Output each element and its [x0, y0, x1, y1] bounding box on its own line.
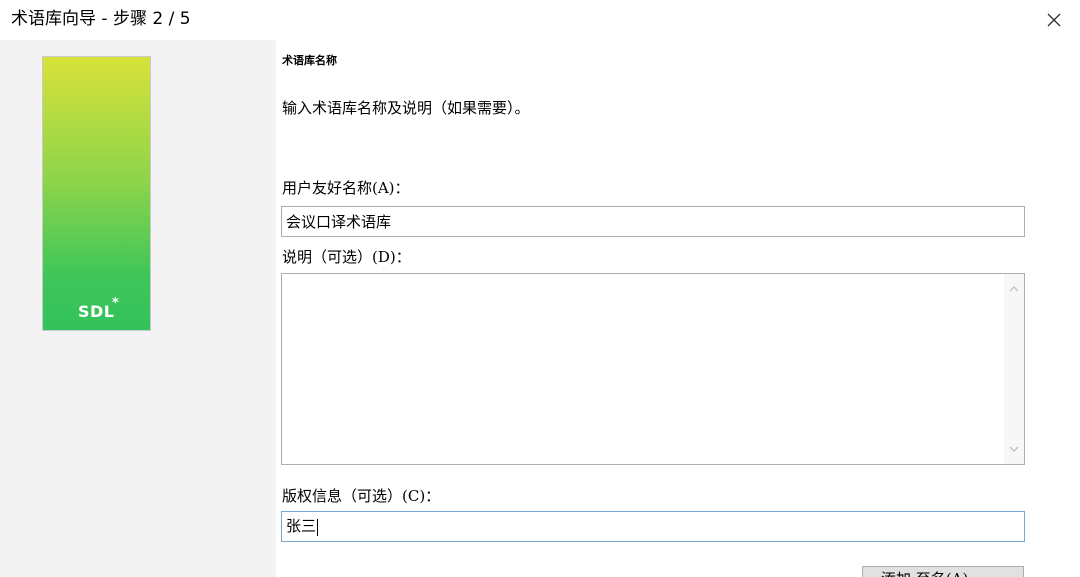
scroll-down-icon[interactable] [1007, 442, 1021, 456]
text-caret [317, 518, 319, 536]
friendly-name-input[interactable] [281, 206, 1025, 237]
scroll-up-icon[interactable] [1007, 282, 1021, 296]
description-field[interactable] [281, 273, 1025, 465]
description-label: 说明（可选）(D)： [282, 248, 411, 266]
description-scrollbar[interactable] [1004, 274, 1024, 464]
page-heading: 术语库名称 [282, 54, 337, 67]
add-button[interactable]: 添加 至名(A)... [862, 566, 1024, 577]
sdl-logo-banner: SDL * [42, 56, 151, 331]
description-textarea[interactable] [282, 274, 1004, 464]
terminology-wizard-window: 术语库向导 - 步骤 2 / 5 SDL * 术语库名称 输入术语库名称及说明（… [0, 0, 1080, 577]
copyright-value: 张三 [286, 517, 317, 535]
copyright-input[interactable]: 张三 [281, 511, 1025, 542]
page-instruction: 输入术语库名称及说明（如果需要）。 [282, 99, 530, 117]
friendly-name-label: 用户友好名称(A)： [282, 179, 410, 197]
sdl-logo-text: SDL [78, 302, 115, 321]
copyright-label: 版权信息（可选）(C)： [282, 487, 441, 505]
close-button[interactable] [1036, 4, 1072, 36]
sdl-logo-star: * [112, 296, 119, 311]
title-bar: 术语库向导 - 步骤 2 / 5 [0, 0, 1080, 40]
close-icon [1047, 13, 1061, 27]
window-title: 术语库向导 - 步骤 2 / 5 [11, 9, 191, 29]
